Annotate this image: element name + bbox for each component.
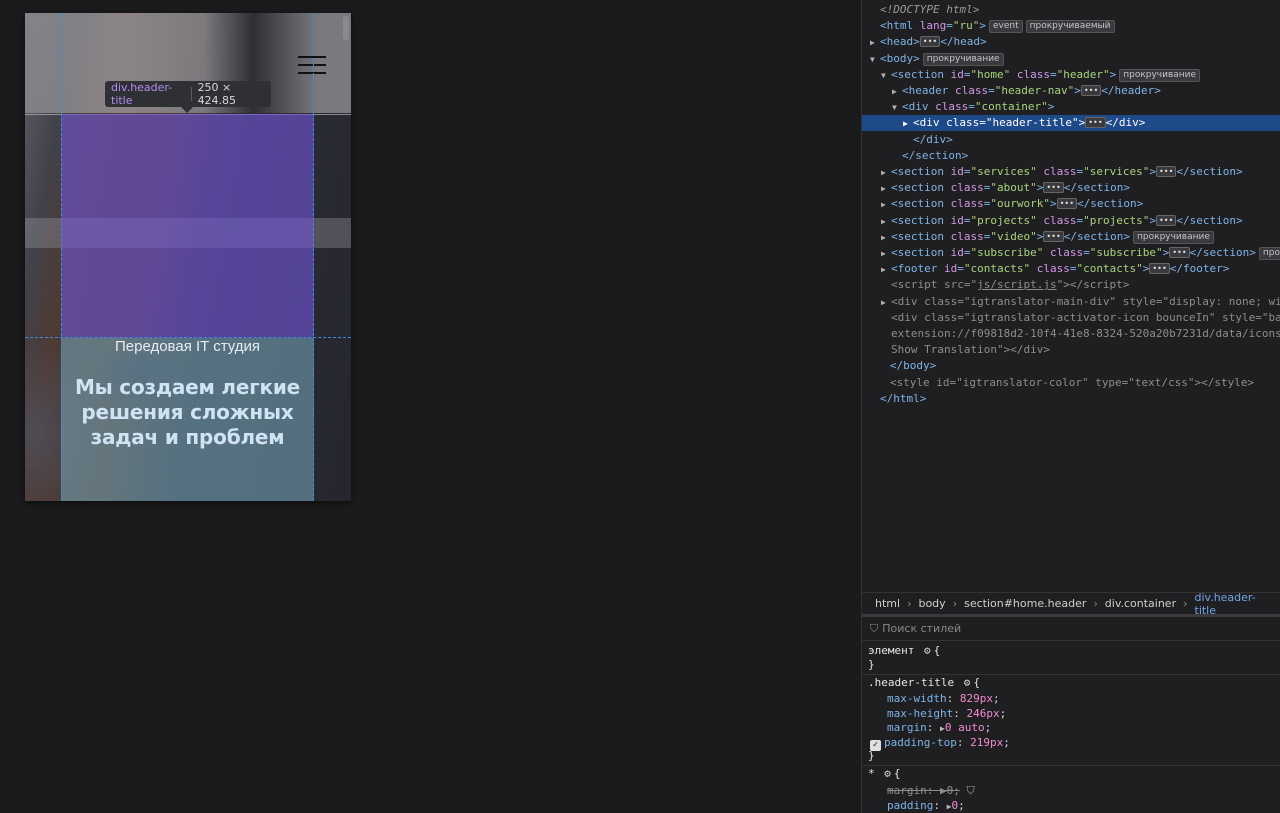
tooltip-arrow [181, 107, 193, 113]
dom-node[interactable]: extension://f09818d2-10f4-41e8-8324-520a… [862, 326, 1280, 342]
dom-node[interactable]: </html> [862, 391, 1280, 407]
dom-node[interactable]: ▶ <section class="about"> ••• </section> [862, 180, 1280, 196]
expand-toggle-icon[interactable]: ▶ [892, 84, 902, 100]
breadcrumb: html › body › section#home.header › div.contai… [862, 591, 1280, 617]
rule-selector-universal[interactable]: * [868, 767, 875, 780]
hero-headline: Мы создаем легкие решения сложных задач … [74, 375, 301, 449]
dom-node[interactable]: ▼ <div class="container"> [862, 99, 1280, 115]
dom-node[interactable]: ▼ <section id="home" class="header"> прокр… [862, 67, 1280, 83]
dom-node[interactable]: ▶ <div class="igtranslator-main-div" styl… [862, 294, 1280, 310]
breadcrumb-separator: › [1093, 597, 1098, 610]
dom-node[interactable]: <html lang="ru"> event прокручиваемый [862, 18, 1280, 34]
highlight-content-box [61, 114, 314, 338]
dom-node[interactable]: ▶ <section class="video"> ••• </section> про… [862, 229, 1280, 245]
expand-toggle-icon[interactable]: ▶ [881, 214, 891, 230]
dom-node[interactable]: ▶ <section id="projects" class="projects"… [862, 213, 1280, 229]
inspect-tooltip: div.header-title 250 × 424.85 [105, 81, 271, 107]
expand-toggle-icon[interactable]: ▼ [881, 68, 891, 84]
dom-node[interactable]: <script src="js/script.js"></script> [862, 277, 1280, 293]
expand-toggle-icon[interactable]: ▶ [903, 116, 913, 132]
tooltip-separator [190, 87, 192, 101]
rule-selector-header-title[interactable]: .header-title [868, 676, 954, 689]
breadcrumb-separator: › [1183, 597, 1188, 610]
dom-node[interactable]: ▶ <footer id="contacts" class="contacts">… [862, 261, 1280, 277]
element-style-label: элемент [868, 644, 915, 657]
expand-toggle-icon[interactable]: ▶ [881, 262, 891, 278]
expand-toggle-icon[interactable]: ▶ [881, 295, 891, 311]
expand-toggle-icon[interactable]: ▶ [881, 230, 891, 246]
expand-toggle-icon[interactable]: ▶ [881, 246, 891, 262]
viewport-scrollbar[interactable] [343, 16, 349, 40]
dom-node[interactable]: ▶ <section id="services" class="services"… [862, 164, 1280, 180]
hero-subtitle: Передовая IT студия [114, 338, 261, 355]
dom-node[interactable]: Show Translation"></div> [862, 342, 1280, 358]
expand-toggle-icon[interactable]: ▶ [881, 181, 891, 197]
dom-node[interactable]: ▶ <section class="ourwork"> ••• </section> [862, 196, 1280, 212]
dom-node[interactable]: ▶ <section id="subscribe" class="subscrib… [862, 245, 1280, 261]
breadcrumb-item[interactable]: body [915, 597, 948, 610]
styles-filter-input[interactable]: Поиск стилей [882, 622, 961, 635]
dom-node[interactable]: </body> [862, 358, 1280, 374]
dom-node[interactable]: </div> [862, 132, 1280, 148]
expand-toggle-icon[interactable]: ▼ [870, 52, 880, 68]
style-property[interactable]: margin: ▶0 auto; [874, 721, 991, 735]
devtools-panel: <!DOCTYPE html> <html lang="ru"> event прок… [861, 0, 1280, 813]
hamburger-menu-icon[interactable] [298, 56, 326, 74]
dom-node[interactable]: ▼ <body> прокручивание [862, 51, 1280, 67]
styles-pane: ⛉ Поиск стилей элемент ⚙{ } .header-titl… [862, 617, 1280, 813]
breadcrumb-item[interactable]: div.header-title [1192, 591, 1280, 617]
dom-tree[interactable]: <!DOCTYPE html> <html lang="ru"> event прок… [862, 0, 1280, 590]
style-property[interactable]: max-width: 829px; [874, 692, 1000, 706]
gear-icon[interactable]: ⚙ [964, 676, 971, 690]
expand-toggle-icon[interactable]: ▶ [870, 35, 880, 51]
gear-icon[interactable]: ⚙ [924, 644, 931, 658]
breadcrumb-item[interactable]: div.container [1102, 597, 1179, 610]
tooltip-selector: div.header-title [111, 81, 173, 107]
filter-icon[interactable]: ⛉ [966, 784, 974, 797]
breadcrumb-item[interactable]: section#home.header [961, 597, 1089, 610]
style-property[interactable]: padding: ▶0; [887, 799, 965, 813]
dom-node[interactable]: ▶ <header class="header-nav"> ••• </header> [862, 83, 1280, 99]
breadcrumb-separator: › [952, 597, 958, 610]
dom-node[interactable]: <div class="igtranslator-activator-icon … [862, 310, 1280, 326]
breadcrumb-item[interactable]: html [872, 597, 903, 610]
dom-node[interactable]: ▶ <head> ••• </head> [862, 34, 1280, 50]
styles-filter[interactable]: ⛉ Поиск стилей [862, 617, 1280, 641]
expand-toggle-icon[interactable]: ▼ [892, 100, 902, 116]
tooltip-dimensions: 250 × 424.85 [197, 81, 237, 107]
style-property[interactable]: ✓ padding-top: 219px; [870, 736, 1010, 751]
dom-node[interactable]: </section> [862, 148, 1280, 164]
style-property[interactable]: margin: ▶0; ⛉ [887, 784, 975, 798]
filter-icon: ⛉ [870, 621, 879, 635]
gear-icon[interactable]: ⚙ [884, 767, 891, 781]
expand-toggle-icon[interactable]: ▶ [881, 197, 891, 213]
dom-node-selected[interactable]: ▶ <div class="header-title"> ••• </div> [862, 115, 1280, 132]
dom-node[interactable]: <!DOCTYPE html> [862, 2, 1280, 18]
dom-node[interactable]: <style id="igtranslator-color" type="tex… [862, 375, 1280, 391]
expand-toggle-icon[interactable]: ▶ [881, 165, 891, 181]
breadcrumb-separator: › [907, 597, 912, 610]
style-property[interactable]: max-height: 246px; [874, 707, 1006, 721]
